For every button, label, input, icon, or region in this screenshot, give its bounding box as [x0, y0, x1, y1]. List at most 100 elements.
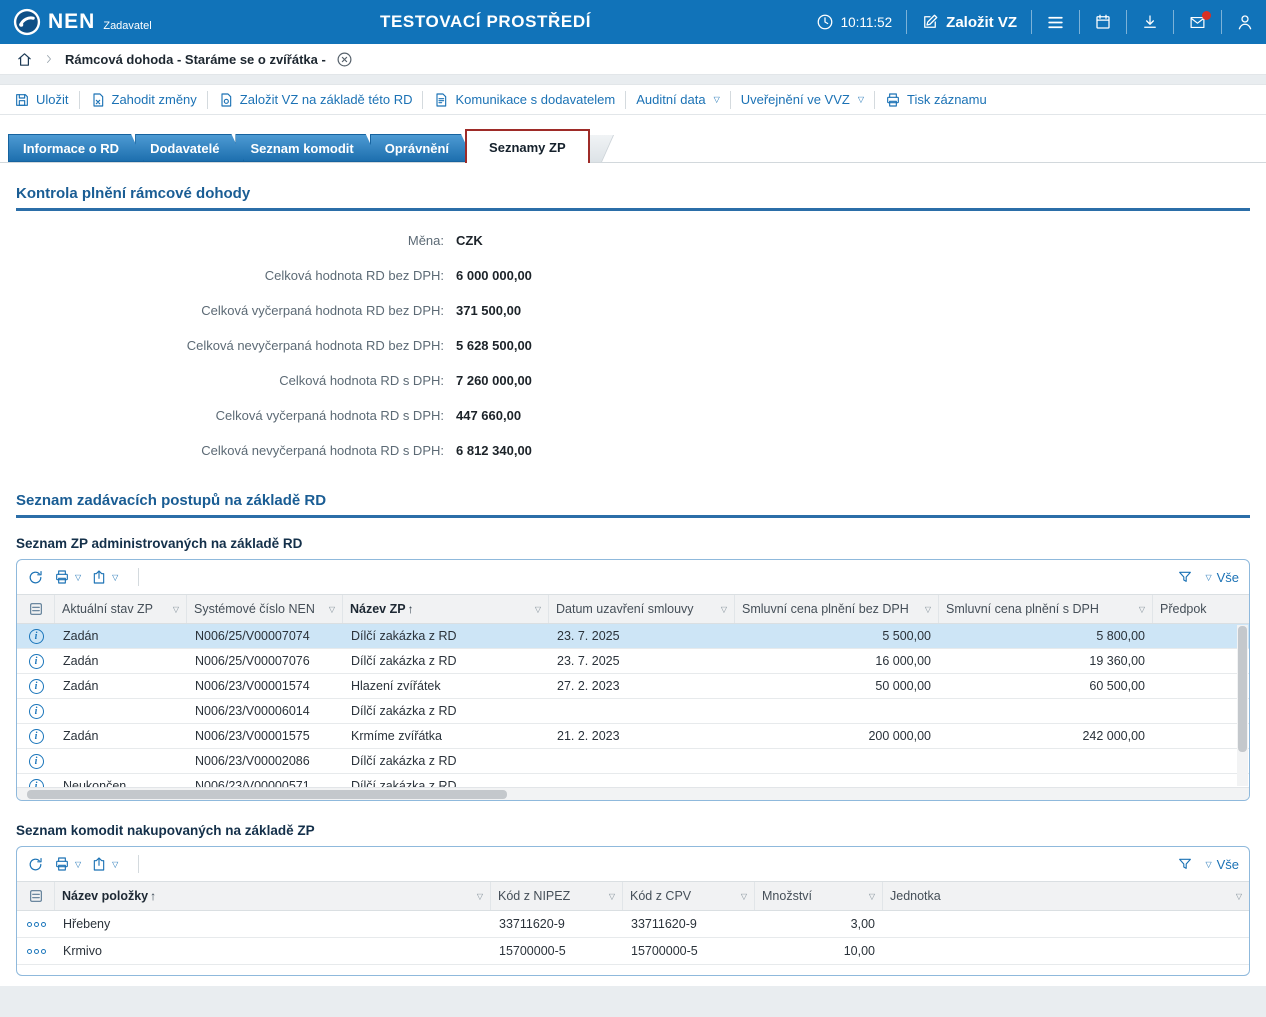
vertical-scrollbar[interactable] — [1237, 625, 1248, 786]
vertical-scrollbar-thumb[interactable] — [1238, 626, 1247, 752]
export-button[interactable]: ▽ — [91, 856, 118, 872]
column-label: Předpok — [1160, 602, 1207, 616]
tab-seznamy-zp[interactable]: Seznamy ZP — [465, 129, 590, 163]
table-row[interactable]: Zadán N006/25/V00007076 Dílčí zakázka z … — [17, 649, 1249, 674]
column-header-nazev-polozky[interactable]: Název položky ↑ ▽ — [55, 882, 491, 910]
create-vz-button[interactable]: Založit VZ — [921, 13, 1017, 31]
save-label: Uložit — [36, 92, 69, 107]
profile-button[interactable] — [1236, 13, 1254, 31]
publish-vvz-button[interactable]: Uveřejnění ve VVZ ▽ — [741, 92, 864, 107]
cell-cislo: N006/23/V00002086 — [187, 754, 343, 768]
table-row[interactable]: Hřebeny 33711620-9 33711620-9 3,00 — [17, 911, 1249, 938]
logo-text: NEN — [48, 7, 95, 37]
table-row[interactable]: Neukončen N006/23/V00000571 Dílčí zakázk… — [17, 774, 1249, 787]
column-header-mnozstvi[interactable]: Množství ▽ — [755, 882, 883, 910]
tab-label: Oprávnění — [385, 141, 449, 156]
column-filter-icon[interactable]: ▽ — [1236, 892, 1242, 901]
kom-table-rows: Hřebeny 33711620-9 33711620-9 3,00 Krmiv… — [17, 911, 1249, 975]
filter-all-dropdown[interactable]: ▽ Vše — [1203, 857, 1239, 872]
column-header-stav[interactable]: Aktuální stav ZP ▽ — [55, 595, 187, 623]
column-filter-icon[interactable]: ▽ — [609, 892, 615, 901]
dropdown-icon: ▽ — [112, 573, 118, 582]
filter-all-dropdown[interactable]: ▽ Vše — [1203, 570, 1239, 585]
record-tabs: Informace o RD Dodavatelé Seznam komodit… — [0, 129, 1266, 163]
downloads-button[interactable] — [1141, 13, 1159, 31]
tab-dodavatele[interactable]: Dodavatelé — [135, 134, 244, 162]
column-header-predpokladana[interactable]: Předpok — [1153, 595, 1250, 623]
filter-funnel-icon[interactable] — [1177, 569, 1193, 585]
column-filter-icon[interactable]: ▽ — [741, 892, 747, 901]
audit-data-button[interactable]: Auditní data ▽ — [636, 92, 720, 107]
save-button[interactable]: Uložit — [14, 92, 69, 108]
supplier-communication-button[interactable]: Komunikace s dodavatelem — [433, 92, 615, 108]
refresh-button[interactable] — [27, 856, 44, 873]
column-filter-icon[interactable]: ▽ — [329, 605, 335, 614]
tab-informace-o-rd[interactable]: Informace o RD — [8, 134, 144, 162]
column-filter-icon[interactable]: ▽ — [1139, 605, 1145, 614]
calendar-button[interactable] — [1094, 13, 1112, 31]
horizontal-scrollbar[interactable] — [17, 787, 1249, 800]
home-icon[interactable] — [16, 51, 33, 68]
close-record-icon[interactable] — [336, 51, 353, 68]
nen-logo[interactable]: NEN Zadavatel — [12, 7, 152, 37]
column-header-cpv[interactable]: Kód z CPV ▽ — [623, 882, 755, 910]
filter-funnel-icon[interactable] — [1177, 856, 1193, 872]
cell-cislo: N006/23/V00001574 — [187, 679, 343, 693]
cell-cislo: N006/25/V00007074 — [187, 629, 343, 643]
column-header-cena-bez-dph[interactable]: Smluvní cena plnění bez DPH ▽ — [735, 595, 939, 623]
chevron-right-icon — [43, 53, 55, 65]
column-filter-icon[interactable]: ▽ — [721, 605, 727, 614]
info-icon[interactable] — [29, 654, 44, 669]
print-record-button[interactable]: Tisk záznamu — [885, 92, 987, 108]
column-filter-icon[interactable]: ▽ — [173, 605, 179, 614]
tab-label: Seznamy ZP — [489, 140, 566, 155]
export-button[interactable]: ▽ — [91, 569, 118, 585]
tab-seznam-komodit[interactable]: Seznam komodit — [235, 134, 378, 162]
table-row[interactable]: N006/23/V00006014 Dílčí zakázka z RD — [17, 699, 1249, 724]
person-icon — [1236, 13, 1254, 31]
table-row[interactable]: Zadán N006/25/V00007074 Dílčí zakázka z … — [17, 624, 1249, 649]
row-actions-icon[interactable] — [27, 922, 46, 927]
column-filter-icon[interactable]: ▽ — [535, 605, 541, 614]
kom-table-header: Název položky ↑ ▽ Kód z NIPEZ ▽ Kód z CP… — [17, 881, 1249, 911]
info-icon[interactable] — [29, 779, 44, 788]
info-icon[interactable] — [29, 629, 44, 644]
horizontal-scrollbar-thumb[interactable] — [27, 790, 507, 799]
column-filter-icon[interactable]: ▽ — [925, 605, 931, 614]
control-fields: Měna: CZK Celková hodnota RD bez DPH: 6 … — [16, 223, 1250, 468]
discard-changes-button[interactable]: Zahodit změny — [90, 92, 197, 108]
column-header-cislo-nen[interactable]: Systémové číslo NEN ▽ — [187, 595, 343, 623]
column-filter-icon[interactable]: ▽ — [477, 892, 483, 901]
table-row[interactable]: Zadán N006/23/V00001575 Krmíme zvířátka … — [17, 724, 1249, 749]
info-icon[interactable] — [29, 754, 44, 769]
document-lines-icon — [433, 92, 449, 108]
column-header-cena-s-dph[interactable]: Smluvní cena plnění s DPH ▽ — [939, 595, 1153, 623]
tab-opravneni[interactable]: Oprávnění — [370, 134, 474, 162]
menu-button[interactable] — [1046, 13, 1065, 32]
table-row[interactable]: Zadán N006/23/V00001574 Hlazení zvířátek… — [17, 674, 1249, 699]
column-filter-icon[interactable]: ▽ — [869, 892, 875, 901]
table-row[interactable]: Krmivo 15700000-5 15700000-5 10,00 — [17, 938, 1249, 965]
info-icon[interactable] — [29, 679, 44, 694]
printer-icon — [54, 569, 70, 585]
column-header-nipez[interactable]: Kód z NIPEZ ▽ — [491, 882, 623, 910]
field-value: 5 628 500,00 — [456, 338, 532, 353]
print-table-button[interactable]: ▽ — [54, 569, 81, 585]
column-chooser-button[interactable] — [17, 882, 55, 910]
column-header-datum[interactable]: Datum uzavření smlouvy ▽ — [549, 595, 735, 623]
column-chooser-button[interactable] — [17, 595, 55, 623]
info-icon[interactable] — [29, 729, 44, 744]
table-row[interactable]: N006/23/V00002086 Dílčí zakázka z RD — [17, 749, 1249, 774]
column-header-jednotka[interactable]: Jednotka ▽ — [883, 882, 1249, 910]
info-icon[interactable] — [29, 704, 44, 719]
cell-cena-s-dph: 5 800,00 — [939, 629, 1153, 643]
cell-cislo: N006/25/V00007076 — [187, 654, 343, 668]
create-vz-from-rd-button[interactable]: Založit VZ na základě této RD — [218, 92, 413, 108]
column-header-nazev-zp[interactable]: Název ZP ↑ ▽ — [343, 595, 549, 623]
dropdown-icon: ▽ — [75, 573, 81, 582]
print-table-button[interactable]: ▽ — [54, 856, 81, 872]
refresh-button[interactable] — [27, 569, 44, 586]
messages-button[interactable] — [1188, 14, 1207, 31]
row-actions-icon[interactable] — [27, 949, 46, 954]
section-title-postupy: Seznam zadávacích postupů na základě RD — [16, 492, 1250, 509]
